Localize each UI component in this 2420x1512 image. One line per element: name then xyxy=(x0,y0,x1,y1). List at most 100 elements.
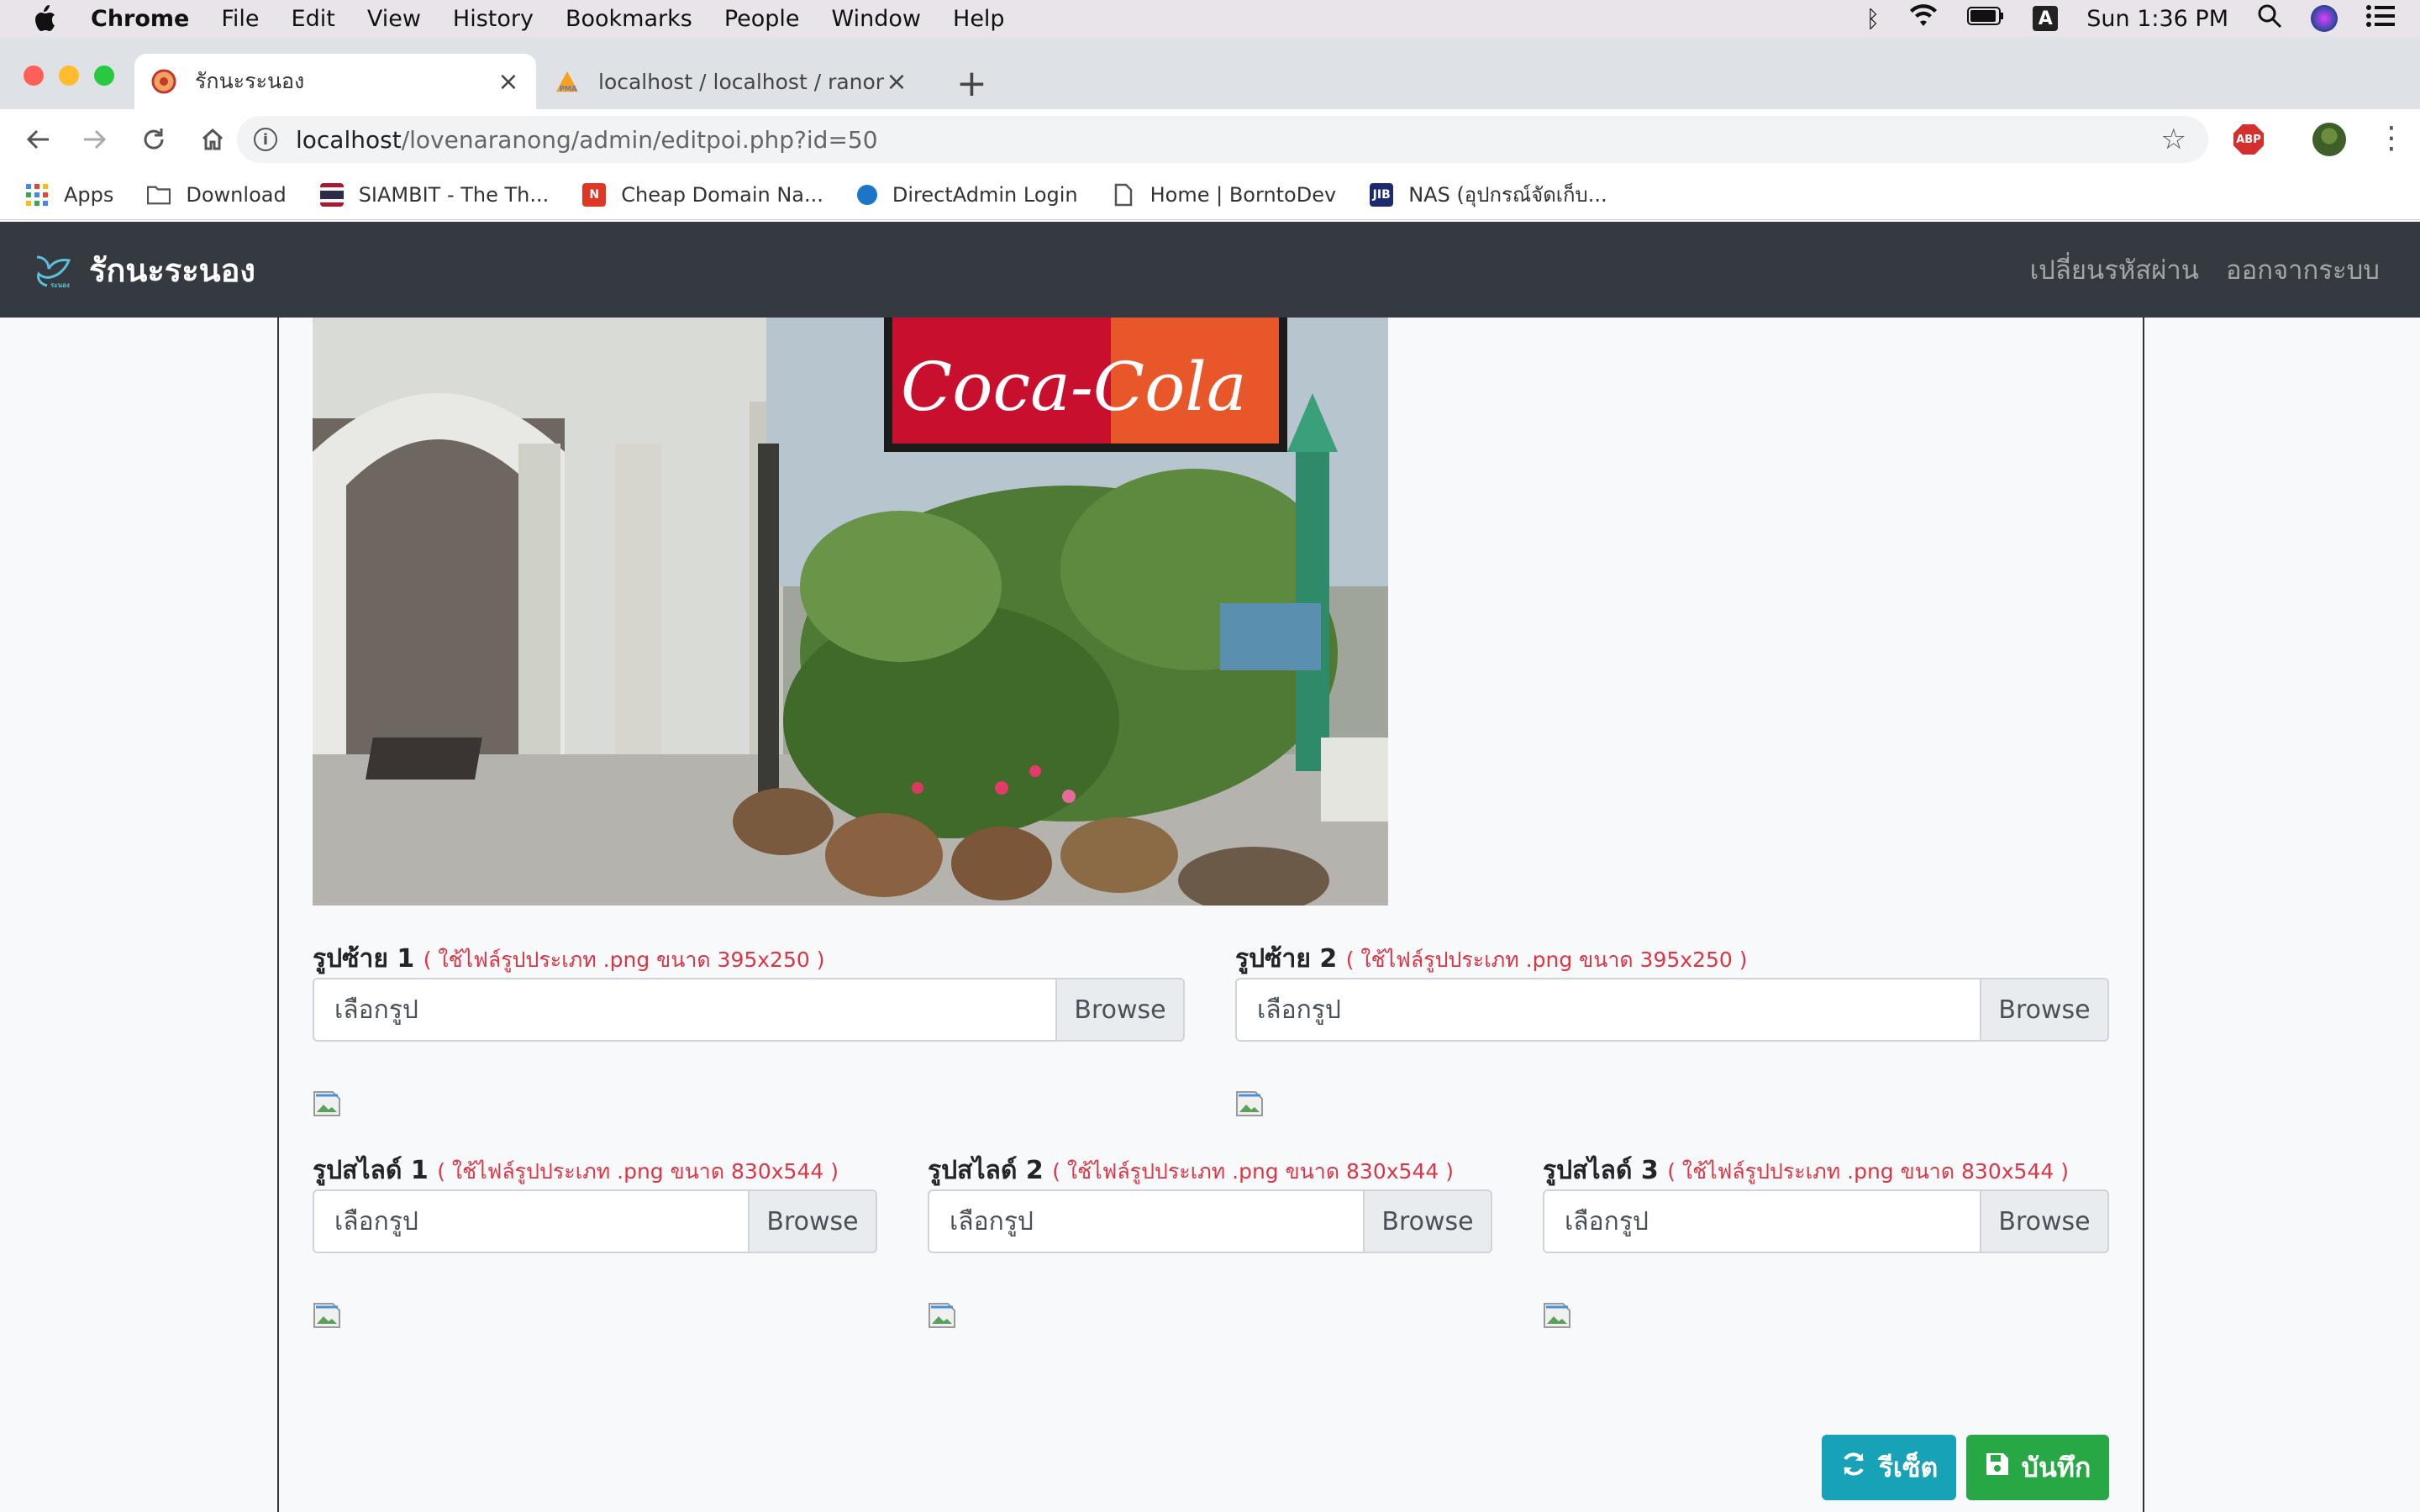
left-image-1-file-input[interactable]: เลือกรูป Browse xyxy=(313,978,1185,1042)
tab-active[interactable]: รักนะระนอง × xyxy=(134,54,536,109)
menu-edit[interactable]: Edit xyxy=(292,6,335,32)
menu-app-name[interactable]: Chrome xyxy=(91,6,189,32)
brand[interactable]: ระนอง รักนะระนอง xyxy=(32,244,255,296)
phpmyadmin-icon: PMA xyxy=(555,69,580,94)
broken-image-icon xyxy=(1235,1090,1264,1117)
svg-text:ระนอง: ระนอง xyxy=(50,281,70,289)
bookmark-borntodev[interactable]: Home | BorntoDev xyxy=(1112,182,1337,207)
left-image-2-hint: ( ใช้ไฟล์รูปประเภท .png ขนาด 395x250 ) xyxy=(1345,948,1748,972)
slide-image-1-field: รูปสไลด์ 1 ( ใช้ไฟล์รูปประเภท .png ขนาด … xyxy=(313,1151,877,1253)
minimize-window-button[interactable] xyxy=(59,66,79,86)
siri-icon[interactable] xyxy=(2311,5,2338,32)
bookmark-label: Apps xyxy=(64,182,114,207)
thai-flag-icon xyxy=(319,182,344,207)
bookmark-apps[interactable]: Apps xyxy=(25,183,113,207)
tab-title: localhost / localhost / ranongw xyxy=(598,69,884,94)
site-favicon-icon xyxy=(151,69,176,94)
namecheap-icon: N xyxy=(582,182,607,207)
reset-button[interactable]: รีเซ็ต xyxy=(1822,1435,1956,1500)
menu-window[interactable]: Window xyxy=(832,6,921,32)
slide-image-1-file-input[interactable]: เลือกรูป Browse xyxy=(313,1189,877,1253)
url-host: localhost xyxy=(296,125,402,154)
poi-main-photo: Coca-Cola xyxy=(313,318,1388,906)
logout-link[interactable]: ออกจากระบบ xyxy=(2226,249,2380,291)
left-image-2-file-input[interactable]: เลือกรูป Browse xyxy=(1235,978,2109,1042)
svg-text:PMA: PMA xyxy=(560,84,578,92)
browse-button[interactable]: Browse xyxy=(1980,979,2107,1040)
chrome-menu-icon[interactable]: ⋮ xyxy=(2376,121,2407,155)
field-label: รูปสไลด์ 2 ( ใช้ไฟล์รูปประเภท .png ขนาด … xyxy=(928,1151,1492,1190)
menubar-clock[interactable]: Sun 1:36 PM xyxy=(2086,6,2228,32)
menu-view[interactable]: View xyxy=(367,6,421,32)
bookmark-label: Download xyxy=(186,182,287,207)
macos-menu-bar: Chrome File Edit View History Bookmarks … xyxy=(0,0,2420,37)
bookmark-nas[interactable]: JIB NAS (อุปกรณ์จัดเก็บ... xyxy=(1370,178,1607,211)
slide-image-3-file-input[interactable]: เลือกรูป Browse xyxy=(1543,1189,2109,1253)
zoom-window-button[interactable] xyxy=(94,66,114,86)
save-button[interactable]: บันทึก xyxy=(1966,1435,2109,1500)
field-label: รูปสไลด์ 3 ( ใช้ไฟล์รูปประเภท .png ขนาด … xyxy=(1543,1151,2109,1190)
adblock-plus-icon[interactable]: ABP xyxy=(2233,124,2264,155)
menu-bookmarks[interactable]: Bookmarks xyxy=(566,6,692,32)
svg-text:Coca-Cola: Coca-Cola xyxy=(901,348,1247,426)
street-scene-image: Coca-Cola xyxy=(313,318,1388,906)
left-image-1-field: รูปซ้าย 1 ( ใช้ไฟล์รูปประเภท .png ขนาด 3… xyxy=(313,939,1185,1042)
apple-icon[interactable] xyxy=(32,4,66,33)
slide-image-3-hint: ( ใช้ไฟล์รูปประเภท .png ขนาด 830x544 ) xyxy=(1667,1159,2069,1184)
bookmark-label: DirectAdmin Login xyxy=(892,182,1078,207)
content-container: Coca-Cola รูปซ้าย 1 ( ใช้ไฟล์รูปประเภท .… xyxy=(277,318,2144,1512)
bookmark-siambit[interactable]: SIAMBIT - The Th... xyxy=(319,182,549,207)
window-controls xyxy=(24,66,114,86)
input-source-icon[interactable]: A xyxy=(2033,6,2059,31)
browse-button[interactable]: Browse xyxy=(1055,979,1183,1040)
site-info-icon[interactable]: i xyxy=(254,128,277,151)
left-image-2-field: รูปซ้าย 2 ( ใช้ไฟล์รูปประเภท .png ขนาด 3… xyxy=(1235,939,2109,1042)
browse-button[interactable]: Browse xyxy=(1980,1191,2107,1252)
slide-image-2-label: รูปสไลด์ 2 xyxy=(928,1156,1044,1185)
chrome-tab-strip: รักนะระนอง × PMA localhost / localhost /… xyxy=(0,37,2420,109)
bookmark-download[interactable]: Download xyxy=(147,182,287,207)
broken-image-icon xyxy=(313,1302,341,1329)
close-tab-icon[interactable]: × xyxy=(496,67,521,97)
browse-button[interactable]: Browse xyxy=(1363,1191,1491,1252)
back-icon[interactable] xyxy=(22,123,54,155)
reload-icon[interactable] xyxy=(138,123,170,155)
file-input-placeholder: เลือกรูป xyxy=(950,1206,1034,1236)
change-password-link[interactable]: เปลี่ยนรหัสผ่าน xyxy=(2030,249,2199,291)
bookmark-namecheap[interactable]: N Cheap Domain Na... xyxy=(582,182,823,207)
battery-icon[interactable] xyxy=(1967,6,2004,32)
bookmark-directadmin[interactable]: DirectAdmin Login xyxy=(856,182,1078,207)
left-image-1-label: รูปซ้าย 1 xyxy=(313,944,415,974)
menu-people[interactable]: People xyxy=(724,6,800,32)
address-bar[interactable]: i localhost/lovenaranong/admin/editpoi.p… xyxy=(237,116,2208,163)
left-image-2-label: รูปซ้าย 2 xyxy=(1235,944,1338,974)
directadmin-icon xyxy=(856,184,877,205)
spotlight-search-icon[interactable] xyxy=(2257,3,2282,34)
wifi-icon[interactable] xyxy=(1908,3,1939,34)
forward-icon[interactable] xyxy=(79,123,111,155)
slide-image-3-label: รูปสไลด์ 3 xyxy=(1543,1156,1659,1185)
browser-toolbar: i localhost/lovenaranong/admin/editpoi.p… xyxy=(0,109,2420,170)
menu-file[interactable]: File xyxy=(221,6,259,32)
left-image-1-hint: ( ใช้ไฟล์รูปประเภท .png ขนาด 395x250 ) xyxy=(423,948,825,972)
slide-image-1-label: รูปสไลด์ 1 xyxy=(313,1156,429,1185)
tab-inactive[interactable]: PMA localhost / localhost / ranongw × xyxy=(546,54,924,109)
bluetooth-icon[interactable]: ᛒ xyxy=(1865,5,1880,33)
browse-button[interactable]: Browse xyxy=(748,1191,876,1252)
save-label: บันทึก xyxy=(2021,1451,2091,1483)
bookmark-star-icon[interactable]: ☆ xyxy=(2161,123,2186,156)
close-tab-icon[interactable]: × xyxy=(884,67,909,97)
slide-image-2-file-input[interactable]: เลือกรูป Browse xyxy=(928,1189,1492,1253)
bookmarks-bar: Apps Download SIAMBIT - The Th... N Chea… xyxy=(0,170,2420,220)
notification-center-icon[interactable] xyxy=(2366,4,2395,34)
file-input-placeholder: เลือกรูป xyxy=(334,995,418,1025)
menu-history[interactable]: History xyxy=(453,6,534,32)
close-window-button[interactable] xyxy=(24,66,44,86)
new-tab-icon[interactable]: + xyxy=(956,62,987,105)
broken-image-icon xyxy=(1543,1302,1571,1329)
home-icon[interactable] xyxy=(197,123,229,155)
profile-avatar[interactable] xyxy=(2312,123,2346,156)
apps-grid-icon xyxy=(25,183,49,207)
menu-help[interactable]: Help xyxy=(953,6,1005,32)
bookmark-label: Home | BorntoDev xyxy=(1150,182,1337,207)
